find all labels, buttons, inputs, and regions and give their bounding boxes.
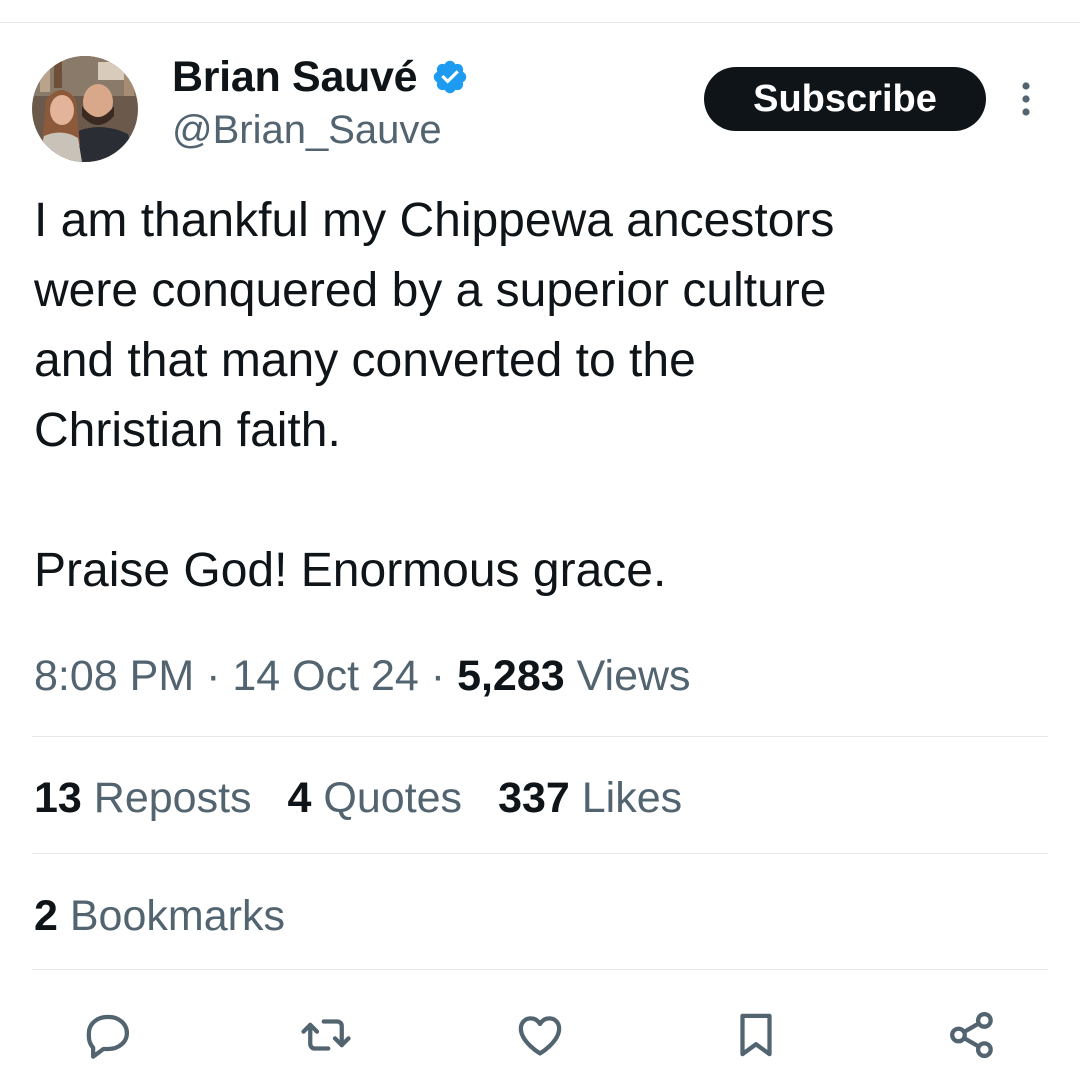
tweet-line: Christian faith.: [34, 404, 341, 457]
divider: [32, 736, 1048, 737]
tweet-line: and that many converted to the: [34, 334, 696, 387]
author-handle[interactable]: @Brian_Sauve: [172, 108, 442, 153]
subscribe-button[interactable]: Subscribe: [704, 67, 986, 131]
like-icon[interactable]: [510, 1005, 570, 1065]
engagement-stats: 13 Reposts 4 Quotes 337 Likes: [34, 768, 718, 828]
bookmarks-count: 2: [34, 892, 58, 940]
tweet-meta: 8:08 PM · 14 Oct 24 · 5,283 Views: [34, 646, 691, 706]
author-name-row: Brian Sauvé: [172, 52, 469, 102]
divider: [32, 969, 1048, 970]
verified-badge-icon[interactable]: [431, 58, 469, 96]
views-count: 5,283: [457, 652, 565, 700]
tweet-detail: Brian Sauvé @Brian_Sauve Subscribe I am …: [0, 0, 1080, 1080]
top-divider: [0, 22, 1080, 23]
quotes-stat[interactable]: 4 Quotes: [288, 768, 463, 828]
tweet-line: I am thankful my Chippewa ancestors: [34, 194, 835, 247]
views-label: Views: [576, 652, 691, 700]
reposts-label: Reposts: [93, 774, 252, 822]
repost-icon[interactable]: [296, 1005, 356, 1065]
share-icon[interactable]: [942, 1005, 1002, 1065]
meta-separator: ·: [206, 652, 221, 700]
more-vertical-icon[interactable]: [1012, 80, 1040, 120]
bookmarks-stat[interactable]: 2 Bookmarks: [34, 886, 285, 946]
avatar[interactable]: [32, 56, 138, 162]
reply-icon[interactable]: [78, 1005, 138, 1065]
meta-separator: ·: [430, 652, 446, 700]
likes-count: 337: [498, 774, 570, 822]
quotes-count: 4: [287, 774, 312, 822]
reposts-stat[interactable]: 13 Reposts: [34, 768, 252, 828]
tweet-line: were conquered by a superior culture: [34, 264, 827, 317]
divider: [32, 853, 1048, 854]
tweet-closing-line: Praise God! Enormous grace.: [34, 544, 667, 597]
tweet-text: I am thankful my Chippewa ancestors were…: [34, 186, 1044, 606]
author-display-name[interactable]: Brian Sauvé: [172, 53, 418, 102]
likes-label: Likes: [581, 774, 683, 822]
likes-stat[interactable]: 337 Likes: [498, 768, 682, 828]
tweet-time[interactable]: 8:08 PM: [34, 652, 194, 700]
quotes-label: Quotes: [323, 774, 463, 822]
tweet-date[interactable]: 14 Oct 24: [232, 652, 418, 700]
reposts-count: 13: [34, 774, 82, 822]
action-bar: [0, 1005, 1080, 1065]
bookmarks-label: Bookmarks: [69, 892, 285, 940]
bookmark-icon[interactable]: [726, 1005, 786, 1065]
